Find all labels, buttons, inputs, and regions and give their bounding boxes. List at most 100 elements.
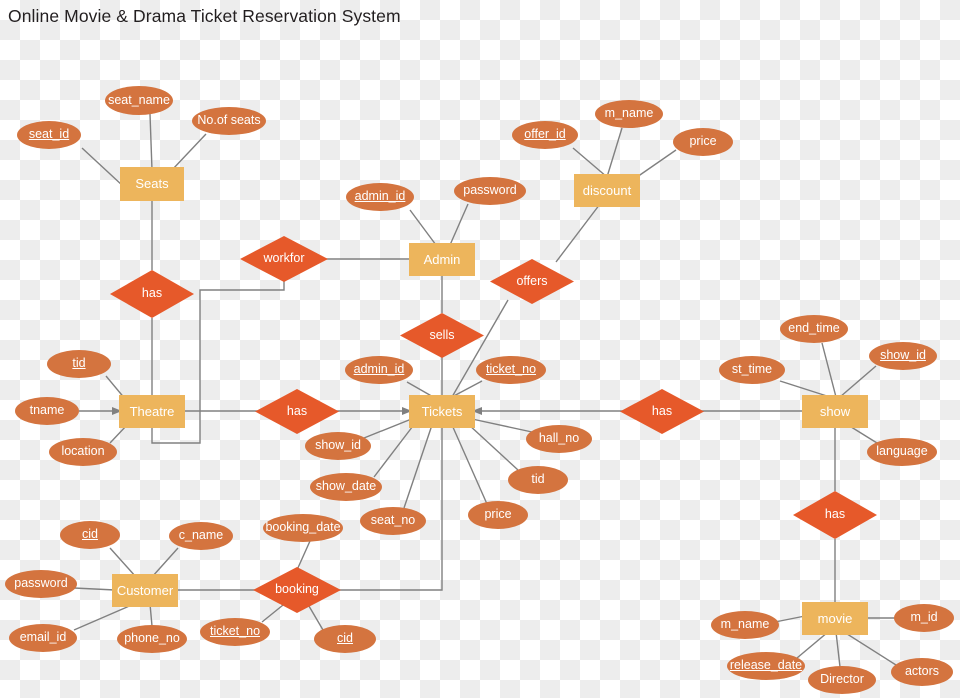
entity-discount[interactable]: discount [574,174,640,207]
edge-actors-movie [843,631,897,666]
attribute-label: m_id [910,610,938,625]
edge-phoneno-customer [149,603,153,627]
diamond-shape [490,259,574,304]
attribute-label: seat_name [108,92,170,107]
relationship-booking[interactable]: booking [253,567,341,613]
attribute-label: No.of seats [197,113,261,128]
attribute-label: show_id [315,438,361,453]
attribute-seat-name[interactable]: seat_name [105,86,173,115]
attribute-cid-customer[interactable]: cid [60,521,120,549]
attribute-seat-no-tickets[interactable]: seat_no [360,507,426,535]
relationship-has-show-movie[interactable]: has [793,491,877,539]
attribute-label: show_id [880,348,926,363]
entity-discount-label: discount [582,182,632,198]
attribute-director[interactable]: Director [808,666,876,694]
attribute-password-admin[interactable]: password [454,177,526,205]
attribute-label: location [61,444,105,459]
attribute-show-date[interactable]: show_date [310,473,382,501]
attribute-admin-id-tickets[interactable]: admin_id [345,356,413,384]
attribute-m-id[interactable]: m_id [894,604,954,632]
edge-password-admin [449,203,469,246]
attribute-show-id-show[interactable]: show_id [869,342,937,370]
relationship-has-theatre-tickets[interactable]: has [255,389,339,434]
relationship-sells[interactable]: sells [400,313,484,358]
attribute-show-id-tickets[interactable]: show_id [305,432,371,460]
entity-tickets[interactable]: Tickets [409,395,475,428]
attribute-ticket-no-booking[interactable]: ticket_no [200,618,270,646]
attribute-label: show_date [315,479,377,494]
attribute-label: booking_date [265,520,341,535]
attribute-hall-no[interactable]: hall_no [526,425,592,453]
edge-endtime-show [821,342,837,398]
edge-discount-offers [555,203,601,263]
entity-customer-label: Customer [116,582,174,598]
edge-adminid-admin [409,209,437,246]
attribute-label: tid [72,356,86,371]
attribute-label: cid [337,631,353,646]
relationship-has-seats-theatre[interactable]: has [110,270,194,318]
edge-mname-movie [774,615,806,623]
attribute-label: phone_no [124,631,180,646]
attribute-tname[interactable]: tname [15,397,79,425]
attribute-cid-booking[interactable]: cid [314,625,376,653]
attribute-c-name[interactable]: c_name [169,522,233,550]
entity-show[interactable]: show [802,395,868,428]
attribute-tid-theatre[interactable]: tid [47,350,111,378]
attribute-release-date[interactable]: release_date [727,652,805,680]
attribute-label: m_name [720,617,770,632]
attribute-label: ticket_no [485,362,537,377]
attribute-seat-id[interactable]: seat_id [17,121,81,149]
edge-offerid-discount [572,147,608,178]
attribute-no-of-seats[interactable]: No.of seats [192,107,266,135]
attribute-st-time[interactable]: st_time [719,356,785,384]
entity-customer[interactable]: Customer [112,574,178,607]
attribute-label: c_name [178,528,224,543]
attribute-phone-no[interactable]: phone_no [117,625,187,653]
edge-showdate-tickets [373,421,417,478]
edge-director-movie [835,631,841,668]
attribute-tid-tickets[interactable]: tid [508,466,568,494]
edge-mname-discount [606,127,623,178]
attribute-label: end_time [788,321,840,336]
attribute-label: tname [29,403,65,418]
entity-show-label: show [819,403,851,419]
attribute-offer-id[interactable]: offer_id [512,121,578,149]
attribute-ticket-no-tickets[interactable]: ticket_no [476,356,546,384]
edge-tidt-tickets [467,423,519,471]
edge-seatname-seats [149,113,153,171]
attribute-price-discount[interactable]: price [673,128,733,156]
entity-theatre-label: Theatre [129,403,175,419]
entity-movie[interactable]: movie [802,602,868,635]
attribute-location[interactable]: location [49,438,117,466]
attribute-label: st_time [731,362,773,377]
attribute-price-tickets[interactable]: price [468,501,528,529]
diamond-shape [110,270,194,318]
diamond-shape [793,491,877,539]
attribute-end-time[interactable]: end_time [780,315,848,343]
entity-theatre[interactable]: Theatre [119,395,185,428]
relationship-has-tickets-show[interactable]: has [620,389,704,434]
edge-releasedate-movie [796,631,829,659]
attribute-language[interactable]: language [867,438,937,466]
attribute-booking-date[interactable]: booking_date [263,514,343,542]
attribute-label: password [14,576,68,591]
edge-password-customer [73,587,116,591]
entity-admin[interactable]: Admin [409,243,475,276]
attribute-m-name-movie[interactable]: m_name [711,611,779,639]
diamond-shape [253,567,341,613]
relationship-workfor[interactable]: workfor [240,236,328,282]
attribute-label: seat_id [28,127,70,142]
diamond-shape [255,389,339,434]
attribute-email-id[interactable]: email_id [9,624,77,652]
edge-hallno-tickets [471,418,533,433]
diamond-shape [620,389,704,434]
attribute-label: language [876,444,928,459]
relationship-offers[interactable]: offers [490,259,574,304]
attribute-password-customer[interactable]: password [5,570,77,598]
er-diagram-canvas: Online Movie & Drama Ticket Reservation … [0,0,960,698]
entity-admin-label: Admin [423,251,461,267]
attribute-admin-id-admin[interactable]: admin_id [346,183,414,211]
attribute-actors[interactable]: actors [891,658,953,686]
attribute-m-name-discount[interactable]: m_name [595,100,663,128]
entity-seats[interactable]: Seats [120,167,184,201]
